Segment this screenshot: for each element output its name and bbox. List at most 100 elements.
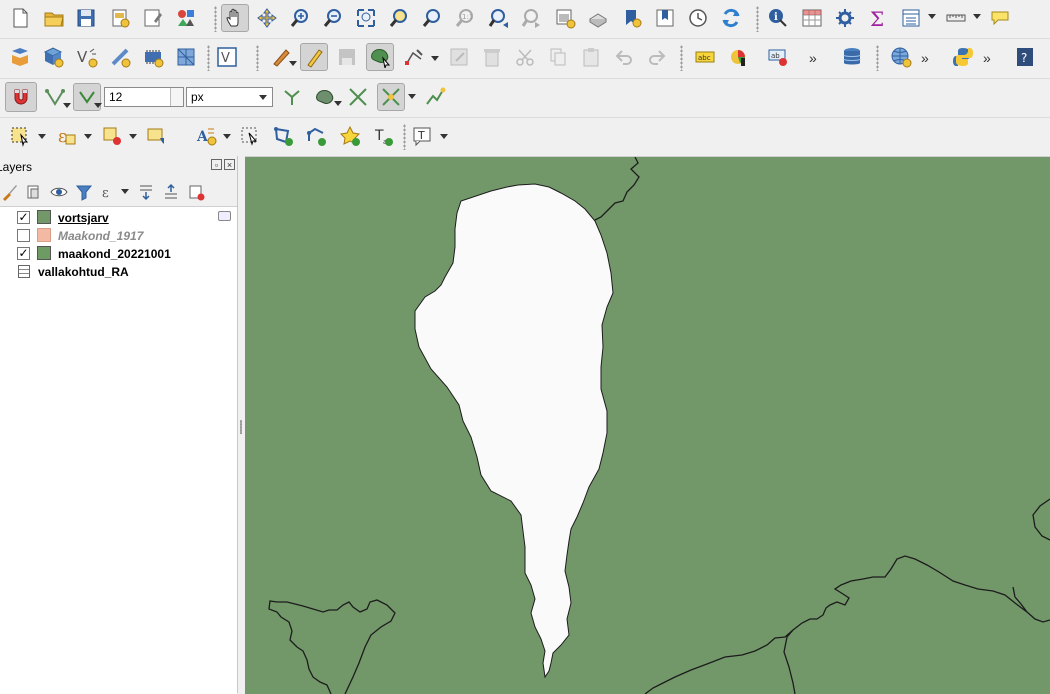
toolbar-selection: ε A Ta T <box>0 117 1050 156</box>
tracing-icon[interactable] <box>421 83 449 111</box>
svg-text:Σ: Σ <box>870 7 884 29</box>
layer-row-vortsjarv[interactable]: ✓ vortsjarv <box>0 209 237 227</box>
cut-features-icon[interactable] <box>511 43 539 71</box>
zoom-full-icon[interactable] <box>352 4 380 32</box>
modify-attributes-icon[interactable] <box>445 43 473 71</box>
save-layer-edits-icon[interactable] <box>333 43 361 71</box>
layer-visibility-checkbox[interactable]: ✓ <box>17 211 30 224</box>
redo-icon[interactable] <box>643 43 671 71</box>
filter-legend-icon[interactable] <box>74 182 94 202</box>
new-3d-view-icon[interactable] <box>584 4 612 32</box>
label-pin-icon[interactable]: ab <box>764 43 792 71</box>
remove-layer-icon[interactable] <box>186 182 206 202</box>
layer-labeling-icon[interactable]: A <box>192 122 220 150</box>
new-geopackage-layer-icon[interactable] <box>39 43 67 71</box>
zoom-native-icon[interactable]: 1:1 <box>451 4 479 32</box>
zoom-in-icon[interactable] <box>286 4 314 32</box>
self-snapping-icon[interactable] <box>377 83 405 111</box>
select-features-icon[interactable] <box>6 122 34 150</box>
vertex-tool-icon[interactable] <box>400 43 428 71</box>
style-manager-icon[interactable] <box>172 4 200 32</box>
panel-splitter[interactable] <box>240 420 242 434</box>
zoom-to-layer-icon[interactable] <box>418 4 446 32</box>
snap-intersection-icon[interactable] <box>344 83 372 111</box>
zoom-last-icon[interactable] <box>485 4 513 32</box>
new-virtual-layer-icon[interactable] <box>139 43 167 71</box>
create-text-annotation-icon[interactable]: Ta <box>369 122 397 150</box>
new-mesh-layer-icon[interactable] <box>172 43 200 71</box>
new-shapefile-layer-icon[interactable]: V <box>73 43 101 71</box>
layout-manager-icon[interactable] <box>139 4 167 32</box>
layer-visibility-checkbox[interactable] <box>17 229 30 242</box>
data-source-manager-icon[interactable] <box>6 43 34 71</box>
spin-buttons[interactable] <box>170 88 183 106</box>
save-project-icon[interactable] <box>72 4 100 32</box>
county-border-north <box>594 157 640 221</box>
toolbox-icon[interactable] <box>831 4 859 32</box>
show-bookmarks-icon[interactable] <box>651 4 679 32</box>
select-by-expression-icon[interactable]: ε <box>52 122 80 150</box>
modify-annotations-icon[interactable] <box>236 122 264 150</box>
refresh-icon[interactable] <box>717 4 745 32</box>
avoid-overlap-icon[interactable] <box>311 83 339 111</box>
new-print-layout-icon[interactable] <box>106 4 134 32</box>
topological-editing-icon[interactable] <box>278 83 306 111</box>
new-virtual-vector-icon[interactable]: V <box>213 43 241 71</box>
filter-by-expression-icon[interactable]: ε <box>99 182 119 202</box>
pan-icon[interactable] <box>221 4 249 32</box>
pan-to-selection-icon[interactable] <box>253 4 281 32</box>
undo-icon[interactable] <box>610 43 638 71</box>
collapse-all-icon[interactable] <box>161 182 181 202</box>
current-edits-icon[interactable] <box>267 43 295 71</box>
layer-row-maakond-1917[interactable]: Maakond_1917 <box>0 227 237 245</box>
editing-indicator-icon[interactable] <box>218 211 231 221</box>
layer-row-maakond-20221001[interactable]: ✓ maakond_20221001 <box>0 245 237 263</box>
select-by-location-icon[interactable] <box>142 122 170 150</box>
expand-all-icon[interactable] <box>136 182 156 202</box>
temporal-controller-icon[interactable] <box>684 4 712 32</box>
paste-features-icon[interactable] <box>577 43 605 71</box>
copy-features-icon[interactable] <box>544 43 572 71</box>
open-project-icon[interactable] <box>40 4 68 32</box>
manage-visibility-icon[interactable] <box>49 182 69 202</box>
snapping-toggle-magnet-icon[interactable] <box>5 82 37 112</box>
identify-icon[interactable]: i <box>764 4 792 32</box>
spatial-bookmark-icon[interactable] <box>618 4 646 32</box>
statistics-icon[interactable]: Σ <box>864 4 892 32</box>
delete-selected-icon[interactable] <box>478 43 506 71</box>
float-panel-icon[interactable]: ▫ <box>211 159 222 170</box>
zoom-out-icon[interactable] <box>319 4 347 32</box>
close-panel-icon[interactable]: × <box>224 159 235 170</box>
toggle-editing-icon[interactable] <box>300 43 328 71</box>
zoom-next-icon[interactable] <box>518 4 546 32</box>
help-icon[interactable]: ? <box>1011 43 1039 71</box>
deselect-features-icon[interactable] <box>98 122 126 150</box>
layer-name: Maakond_1917 <box>58 229 144 243</box>
text-annotation-icon[interactable]: T <box>408 122 436 150</box>
create-polygon-annotation-icon[interactable] <box>269 122 297 150</box>
create-marker-annotation-icon[interactable] <box>336 122 364 150</box>
zoom-to-selection-icon[interactable] <box>385 4 413 32</box>
snapping-units-select[interactable]: px <box>186 87 273 107</box>
diagram-options-icon[interactable] <box>724 43 752 71</box>
map-canvas[interactable] <box>245 156 1050 694</box>
add-group-icon[interactable] <box>24 182 44 202</box>
new-map-view-icon[interactable] <box>551 4 579 32</box>
new-project-icon[interactable] <box>6 4 34 32</box>
web-services-icon[interactable] <box>887 43 915 71</box>
map-tips-icon[interactable] <box>986 4 1014 32</box>
style-layer-icon[interactable] <box>0 182 20 202</box>
new-temporary-layer-icon[interactable] <box>106 43 134 71</box>
layer-visibility-checkbox[interactable]: ✓ <box>17 247 30 260</box>
measure-icon[interactable] <box>942 4 970 32</box>
open-table-icon[interactable] <box>897 4 925 32</box>
snapping-tolerance-input[interactable]: 12 <box>104 87 184 107</box>
create-line-annotation-icon[interactable] <box>302 122 330 150</box>
database-icon[interactable] <box>838 43 866 71</box>
open-attribute-table-icon[interactable] <box>798 4 826 32</box>
svg-text:T: T <box>417 129 425 142</box>
layer-row-vallakohtud-ra[interactable]: vallakohtud_RA <box>0 263 237 281</box>
add-polygon-feature-icon[interactable] <box>366 43 394 71</box>
label-toolbar-icon[interactable]: abc <box>691 43 719 71</box>
python-console-icon[interactable] <box>949 43 977 71</box>
